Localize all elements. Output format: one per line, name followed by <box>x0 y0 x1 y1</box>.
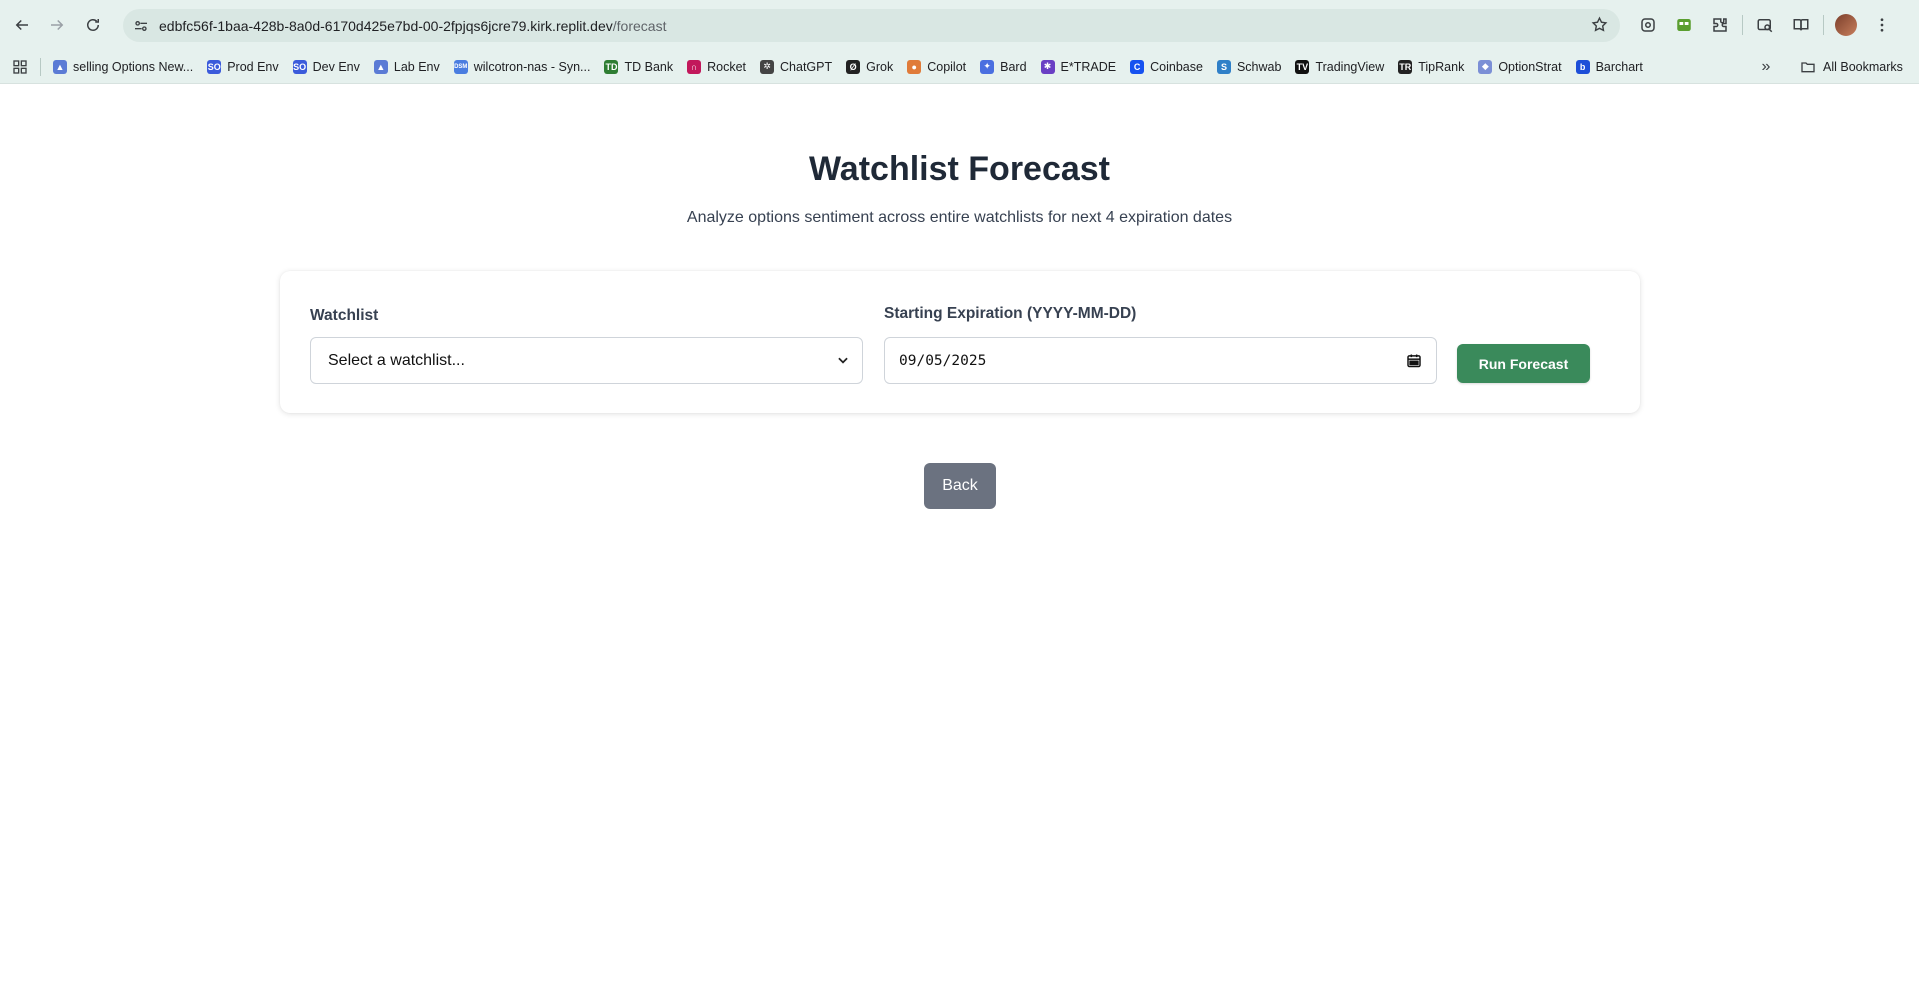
bookmark-item[interactable]: ✱ E*TRADE <box>1035 54 1123 80</box>
tradingview-favicon-icon: TV <box>1295 59 1310 74</box>
bookmark-star-icon[interactable] <box>1591 16 1608 38</box>
chevron-down-icon <box>836 353 850 372</box>
all-bookmarks-label: All Bookmarks <box>1823 60 1903 74</box>
bookmark-label: TipRank <box>1418 59 1465 74</box>
apps-grid-icon[interactable] <box>0 50 40 84</box>
td-favicon-icon: TD <box>604 59 619 74</box>
chart-favicon-icon: ▲ <box>53 59 67 74</box>
watchlist-select-value: Select a watchlist... <box>328 351 465 369</box>
bookmark-item[interactable]: C Coinbase <box>1124 54 1209 80</box>
bookmark-label: E*TRADE <box>1060 59 1117 74</box>
bookmark-item[interactable]: TR TipRank <box>1392 54 1470 80</box>
bookmark-item[interactable]: Ø Grok <box>840 54 899 80</box>
so-favicon-icon: SO <box>207 59 222 74</box>
chatgpt-favicon-icon: ✲ <box>760 59 775 74</box>
page-title: Watchlist Forecast <box>808 150 1111 188</box>
bookmark-item[interactable]: TD TD Bank <box>598 54 679 80</box>
toolbar-divider <box>1823 15 1824 35</box>
rocket-favicon-icon: ∩ <box>687 59 702 74</box>
reload-icon[interactable] <box>75 7 111 43</box>
bookmark-label: Barchart <box>1595 59 1643 74</box>
bookmarks-divider <box>40 57 41 76</box>
bookmark-item[interactable]: TV TradingView <box>1289 54 1390 80</box>
bookmark-label: OptionStrat <box>1498 59 1562 74</box>
bookmark-label: Schwab <box>1236 59 1282 74</box>
bookmark-label: TD Bank <box>624 59 674 74</box>
bookmark-item[interactable]: ∩ Rocket <box>681 54 752 80</box>
expiration-date-value: 09/05/2025 <box>899 352 987 369</box>
bookmark-item[interactable]: ▲ Lab Env <box>368 54 446 80</box>
page-subtitle: Analyze options sentiment across entire … <box>686 209 1233 226</box>
bookmark-label: Grok <box>866 59 894 74</box>
coinbase-favicon-icon: C <box>1130 59 1145 74</box>
bookmarks-bar: ▲ selling Options New... SO Prod Env SO Dev E… <box>0 50 1919 84</box>
watchlist-label: Watchlist <box>310 307 379 324</box>
tab-search-icon[interactable] <box>1747 8 1783 42</box>
bookmark-item[interactable]: SO Prod Env <box>201 54 284 80</box>
url-text: edbfc56f-1baa-428b-8a0d-6170d425e7bd-00-… <box>159 17 667 34</box>
bookmark-label: ChatGPT <box>780 59 833 74</box>
back-button[interactable]: Back <box>924 463 996 509</box>
reading-mode-icon[interactable] <box>1783 8 1819 42</box>
bookmark-label: wilcotron-nas - Syn... <box>473 59 591 74</box>
menu-kebab-icon[interactable] <box>1864 8 1900 42</box>
grok-favicon-icon: Ø <box>846 59 861 74</box>
bookmark-label: Lab Env <box>393 59 440 74</box>
toolbar-extensions <box>1630 8 1900 42</box>
calendar-icon[interactable] <box>1406 352 1422 373</box>
copilot-favicon-icon: ● <box>907 59 922 74</box>
openai-extension-icon[interactable] <box>1630 8 1666 42</box>
bookmark-label: Bard <box>1000 59 1027 74</box>
bookmark-item[interactable]: S Schwab <box>1211 54 1287 80</box>
bard-favicon-icon: ✦ <box>980 59 995 74</box>
tipranks-favicon-icon: TR <box>1398 59 1413 74</box>
bookmark-item[interactable]: SO Dev Env <box>287 54 366 80</box>
bookmark-label: Coinbase <box>1150 59 1203 74</box>
bookmark-item[interactable]: ● Copilot <box>901 54 972 80</box>
extensions-puzzle-icon[interactable] <box>1702 8 1738 42</box>
run-forecast-button[interactable]: Run Forecast <box>1457 344 1590 383</box>
browser-toolbar: edbfc56f-1baa-428b-8a0d-6170d425e7bd-00-… <box>0 0 1919 50</box>
more-bookmarks-chevron-icon[interactable]: » <box>1753 54 1779 80</box>
barchart-favicon-icon: b <box>1575 59 1590 74</box>
profile-avatar[interactable] <box>1828 8 1864 42</box>
bookmark-item[interactable]: ✲ ChatGPT <box>754 54 838 80</box>
green-extension-icon[interactable] <box>1666 8 1702 42</box>
schwab-favicon-icon: S <box>1216 59 1231 74</box>
folder-icon <box>1801 62 1815 73</box>
address-bar[interactable]: edbfc56f-1baa-428b-8a0d-6170d425e7bd-00-… <box>123 9 1620 42</box>
bookmark-item[interactable]: ✦ Bard <box>974 54 1032 80</box>
bookmark-item[interactable]: DSM wilcotron-nas - Syn... <box>448 54 597 80</box>
expiration-label: Starting Expiration (YYYY-MM-DD) <box>884 305 1137 322</box>
bookmark-item[interactable]: ◆ OptionStrat <box>1472 54 1567 80</box>
forward-arrow-icon[interactable] <box>39 7 75 43</box>
toolbar-divider <box>1742 15 1743 35</box>
site-settings-icon[interactable] <box>123 9 159 42</box>
chart-favicon-icon: ▲ <box>373 59 388 74</box>
bookmark-list: ▲ selling Options New... SO Prod Env SO Dev E… <box>47 54 1651 80</box>
optionstrat-favicon-icon: ◆ <box>1478 59 1493 74</box>
watchlist-select[interactable]: Select a watchlist... <box>310 337 863 384</box>
dsm-favicon-icon: DSM <box>453 59 468 74</box>
etrade-favicon-icon: ✱ <box>1040 59 1055 74</box>
bookmark-label: Rocket <box>707 59 747 74</box>
bookmark-label: Copilot <box>927 59 967 74</box>
so-favicon-icon: SO <box>292 59 307 74</box>
bookmark-label: TradingView <box>1315 59 1385 74</box>
all-bookmarks-button[interactable]: All Bookmarks <box>1800 54 1903 80</box>
bookmark-item[interactable]: b Barchart <box>1570 54 1649 80</box>
back-arrow-icon[interactable] <box>4 7 40 43</box>
bookmark-label: selling Options New... <box>73 59 194 74</box>
forecast-form-card: Watchlist Select a watchlist... Starting… <box>280 271 1640 413</box>
bookmark-label: Prod Env <box>227 59 279 74</box>
bookmark-label: Dev Env <box>312 59 360 74</box>
bookmark-item[interactable]: ▲ selling Options New... <box>47 54 199 80</box>
expiration-date-input[interactable]: 09/05/2025 <box>884 337 1437 384</box>
